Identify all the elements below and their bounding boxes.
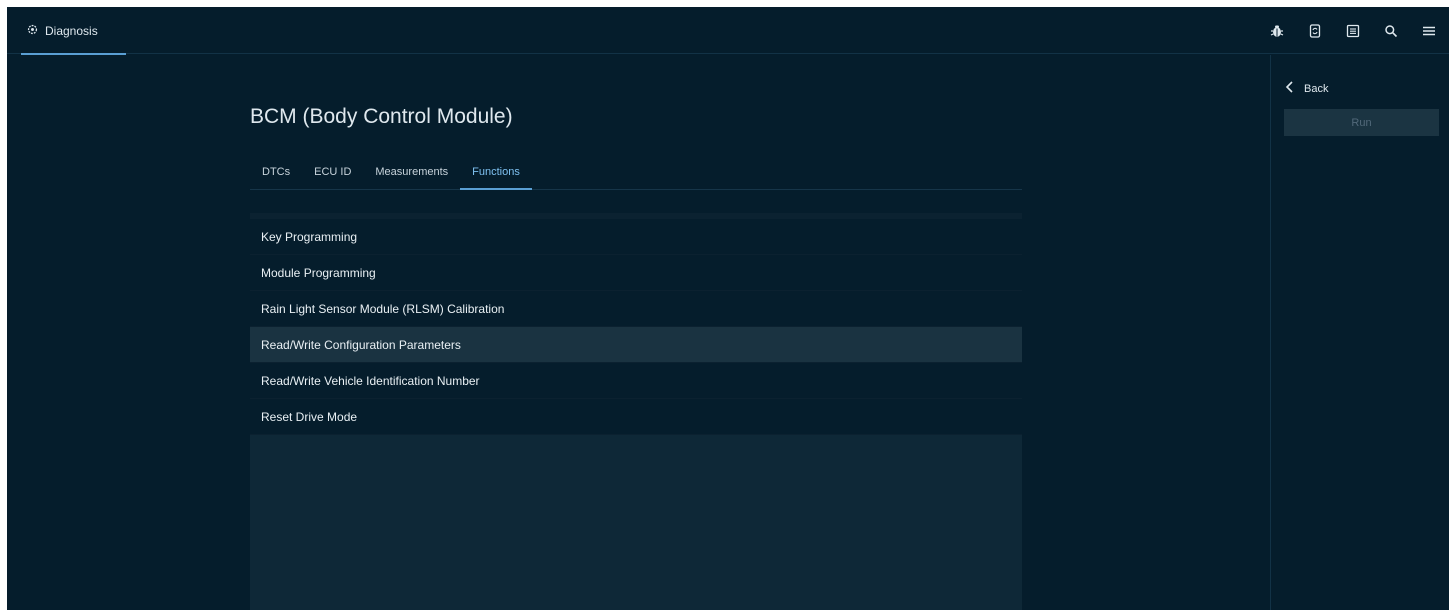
gear-icon [27,24,38,38]
search-icon[interactable] [1383,23,1399,39]
module-tabs: DTCs ECU ID Measurements Functions [250,154,1022,190]
list-item[interactable]: Rain Light Sensor Module (RLSM) Calibrat… [250,291,1022,327]
list-icon[interactable] [1345,23,1361,39]
bug-icon[interactable] [1269,23,1285,39]
list-item[interactable]: Module Programming [250,255,1022,291]
chevron-left-icon [1285,81,1294,96]
back-label: Back [1304,82,1329,95]
back-button[interactable]: Back [1285,81,1328,96]
functions-list: Key Programming Module Programming Rain … [250,213,1022,610]
list-item[interactable]: Reset Drive Mode [250,399,1022,435]
top-bar: Diagnosis [7,7,1449,55]
tab-ecu-id[interactable]: ECU ID [302,154,363,189]
tab-diagnosis[interactable]: Diagnosis [21,7,126,55]
toolbar [1269,7,1437,54]
list-item-selected[interactable]: Read/Write Configuration Parameters [250,327,1022,363]
list-item[interactable]: Read/Write Vehicle Identification Number [250,363,1022,399]
tab-functions[interactable]: Functions [460,154,532,190]
main-content: BCM (Body Control Module) DTCs ECU ID Me… [250,55,1022,610]
run-button[interactable]: Run [1284,109,1439,136]
tab-diagnosis-label: Diagnosis [45,23,98,38]
list-item[interactable]: Key Programming [250,219,1022,255]
tab-dtcs[interactable]: DTCs [250,154,302,189]
side-panel: Back Run [1270,55,1449,610]
page-title: BCM (Body Control Module) [250,105,513,128]
menu-icon[interactable] [1421,23,1437,39]
tab-measurements[interactable]: Measurements [363,154,460,189]
vehicle-sync-icon[interactable] [1307,23,1323,39]
app-window: Diagnosis BCM (Body Control Module) DTCs [7,7,1449,610]
